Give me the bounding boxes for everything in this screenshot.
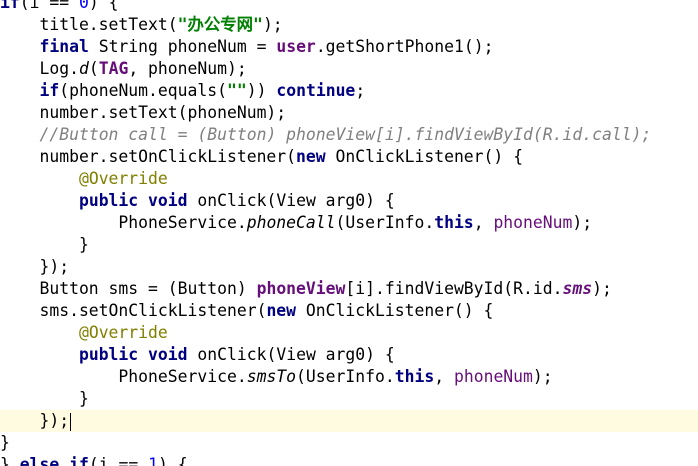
code-line[interactable]: if(i == 0) {: [0, 0, 698, 14]
code-line[interactable]: public void onClick(View arg0) {: [0, 344, 698, 366]
code-line[interactable]: Log.d(TAG, phoneNum);: [0, 58, 698, 80]
code-line[interactable]: if(phoneNum.equals("")) continue;: [0, 80, 698, 102]
code-line[interactable]: sms.setOnClickListener(new OnClickListen…: [0, 300, 698, 322]
code-line[interactable]: });: [0, 256, 698, 278]
code-line[interactable]: });: [0, 410, 698, 432]
code-line[interactable]: //Button call = (Button) phoneView[i].fi…: [0, 124, 698, 146]
code-line[interactable]: number.setOnClickListener(new OnClickLis…: [0, 146, 698, 168]
code-line[interactable]: } else if(i == 1) {: [0, 454, 698, 466]
code-line[interactable]: }: [0, 432, 698, 454]
code-line[interactable]: final String phoneNum = user.getShortPho…: [0, 36, 698, 58]
text-caret: [70, 412, 72, 431]
code-line[interactable]: PhoneService.phoneCall(UserInfo.this, ph…: [0, 212, 698, 234]
code-line[interactable]: public void onClick(View arg0) {: [0, 190, 698, 212]
code-line[interactable]: }: [0, 388, 698, 410]
code-line[interactable]: @Override: [0, 322, 698, 344]
code-line[interactable]: PhoneService.smsTo(UserInfo.this, phoneN…: [0, 366, 698, 388]
code-line[interactable]: title.setText("办公专网");: [0, 14, 698, 36]
code-editor[interactable]: if(i == 0) { title.setText("办公专网"); fina…: [0, 0, 698, 466]
code-line[interactable]: Button sms = (Button) phoneView[i].findV…: [0, 278, 698, 300]
code-line[interactable]: number.setText(phoneNum);: [0, 102, 698, 124]
code-line[interactable]: }: [0, 234, 698, 256]
code-line[interactable]: @Override: [0, 168, 698, 190]
